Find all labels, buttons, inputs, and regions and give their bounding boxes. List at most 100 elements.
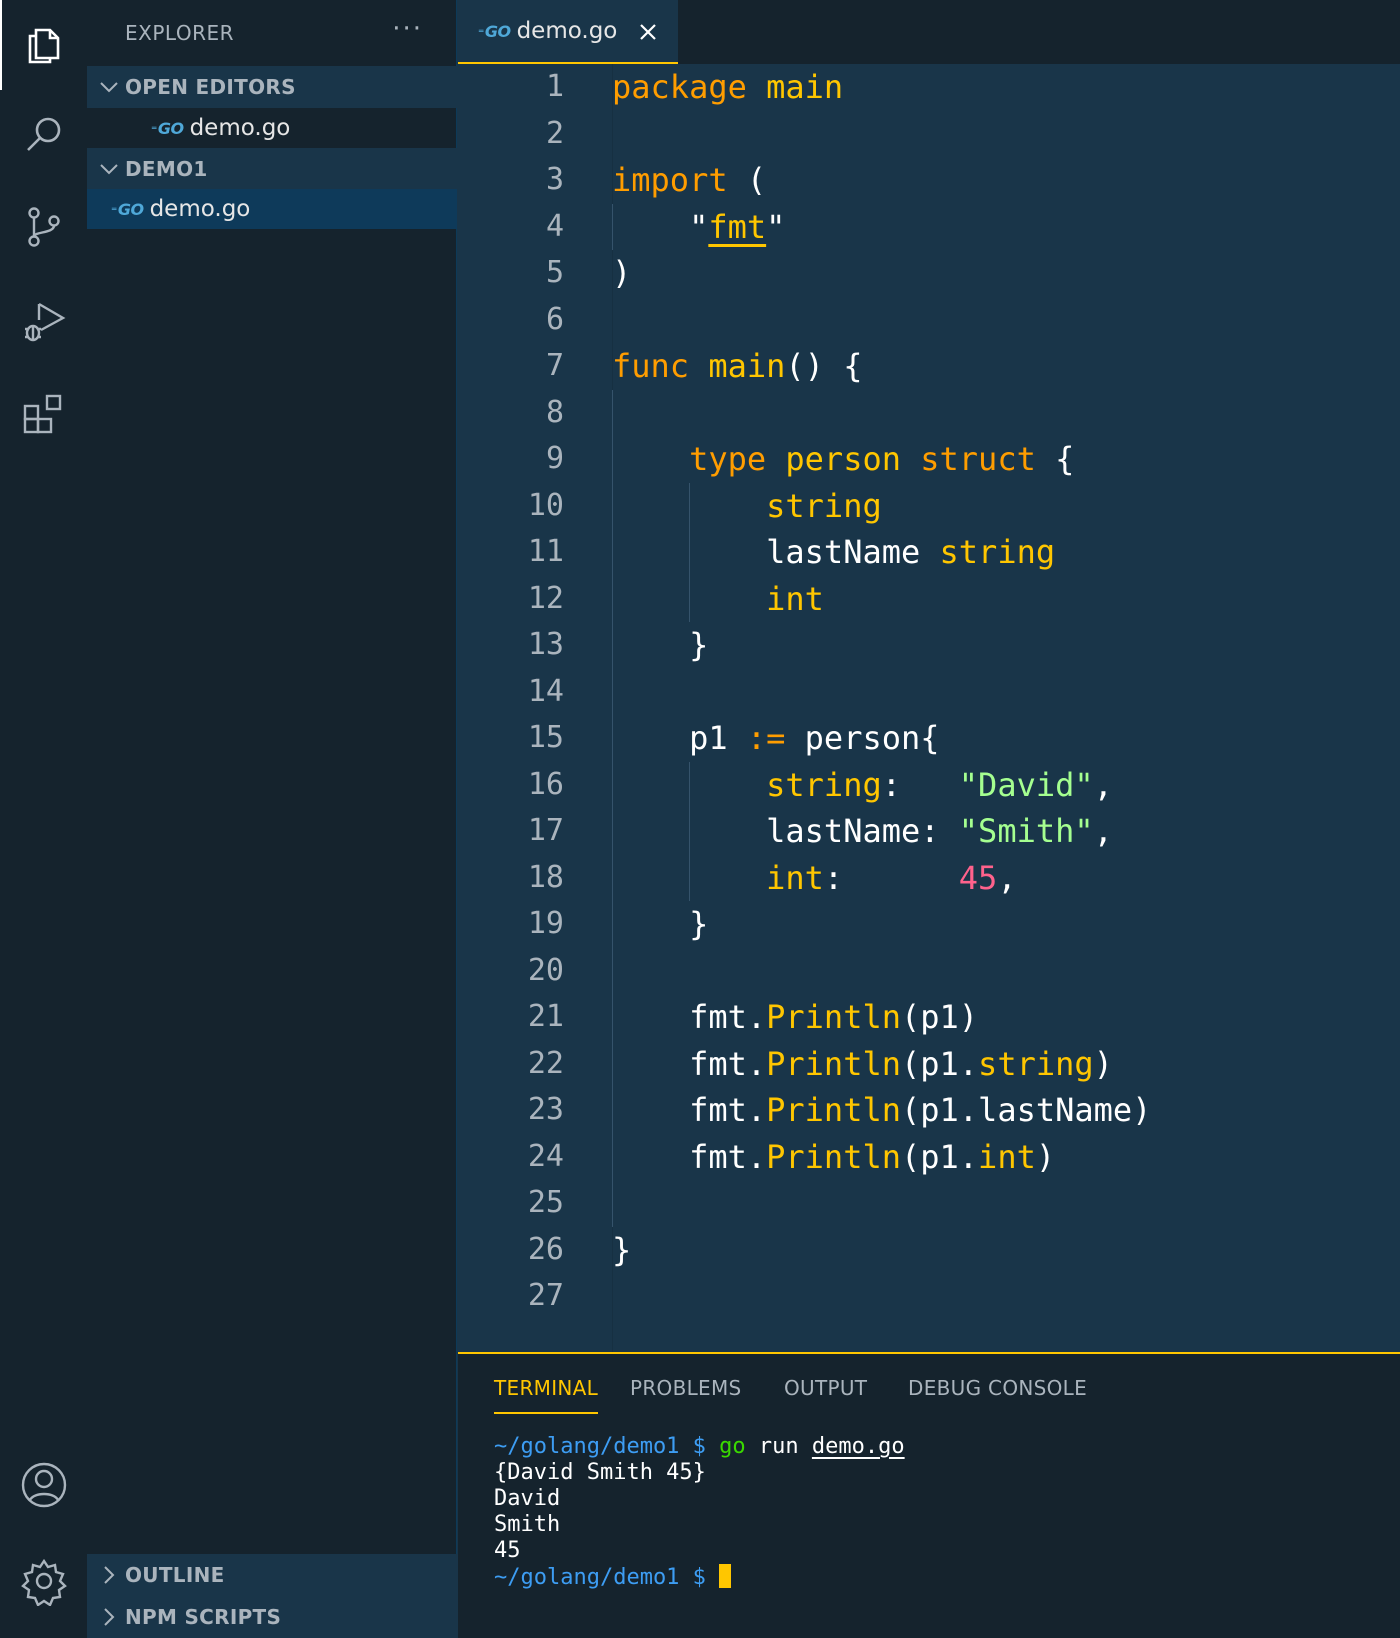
code-token: } [612, 905, 709, 943]
line-number: 20 [527, 952, 564, 988]
npm-scripts-section[interactable]: NPM SCRIPTS [87, 1596, 457, 1638]
line-number: 19 [527, 906, 564, 941]
explorer-file[interactable]: GO demo.go [87, 189, 457, 229]
terminal-file-link[interactable]: demo.go [812, 1434, 905, 1459]
code-token: main [766, 68, 844, 106]
line-number: 16 [527, 766, 564, 802]
code-token: " [766, 207, 786, 246]
code-token: ) [1093, 1044, 1113, 1083]
tab-problems[interactable]: PROBLEMS [630, 1376, 742, 1400]
tab-label: demo.go [516, 18, 618, 44]
outline-section[interactable]: OUTLINE [87, 1554, 457, 1596]
line-number: 24 [527, 1138, 564, 1174]
code-line: p1 := person{ [612, 715, 939, 761]
code-token: package [612, 68, 747, 106]
more-actions-button[interactable]: ··· [392, 14, 423, 44]
code-token: : [881, 765, 959, 804]
code-line: } [612, 1227, 631, 1273]
open-editors-section[interactable]: OPEN EDITORS [87, 66, 457, 108]
tab-demo-go[interactable]: GO demo.go [458, 0, 678, 64]
code-token: fmt. [612, 1091, 767, 1129]
demo1-section[interactable]: DEMO1 [87, 148, 457, 190]
tab-terminal[interactable]: TERMINAL [494, 1376, 599, 1414]
code-line: package main [612, 64, 843, 110]
code-token: ) [1035, 1137, 1056, 1176]
files-icon[interactable] [0, 0, 87, 90]
tab-debug-console[interactable]: DEBUG CONSOLE [908, 1376, 1087, 1400]
indent-guide [689, 482, 691, 622]
code-token: type [689, 440, 767, 478]
line-number: 13 [527, 627, 564, 662]
bottom-panel: TERMINAL PROBLEMS OUTPUT DEBUG CONSOLE ~… [458, 1352, 1400, 1638]
line-number: 23 [527, 1092, 564, 1127]
code-token: "Smith" [958, 812, 1094, 850]
code-token: string [939, 533, 1056, 571]
activity-bar [0, 0, 87, 1638]
search-icon[interactable] [0, 90, 87, 180]
terminal-output-line: David [494, 1486, 561, 1511]
code-editor[interactable]: 1 2 3 4 5 6 7 8 9 10 11 12 13 14 15 16 17 18 19 20 21 22 23 24 2… [458, 64, 1400, 1352]
tab-output[interactable]: OUTPUT [784, 1376, 867, 1400]
go-file-icon: GO [478, 22, 511, 41]
code-token: fmt. [612, 1137, 767, 1176]
code-token: : [823, 858, 959, 897]
explorer-header: EXPLORER ··· [87, 0, 457, 66]
code-token: } [612, 1230, 632, 1269]
code-token: string [766, 765, 882, 804]
line-number: 25 [527, 1185, 564, 1220]
indent-guide [612, 203, 613, 250]
account-icon[interactable] [0, 1440, 87, 1530]
terminal-prompt: ~/golang/demo1 $ [494, 1434, 706, 1459]
code-line: fmt.Println(p1.lastName) [612, 1087, 1151, 1133]
code-token: int [766, 858, 824, 897]
terminal-command: go [719, 1434, 746, 1459]
terminal-output-line: 45 [494, 1538, 521, 1563]
code-token: lastName: [612, 812, 959, 850]
line-number: 27 [527, 1278, 564, 1313]
code-token: () { [785, 347, 863, 385]
chevron-right-icon [104, 1566, 115, 1584]
line-number: 14 [527, 673, 564, 709]
terminal-output-line: Smith [494, 1512, 561, 1537]
code-token: "David" [958, 765, 1094, 804]
code-line: fmt.Println(p1.int) [612, 1134, 1055, 1180]
open-editor-file[interactable]: GO demo.go [87, 108, 457, 148]
code-token: { [1035, 440, 1075, 478]
code-token: , [1093, 812, 1113, 850]
extensions-icon[interactable] [0, 370, 87, 460]
terminal-prompt-line[interactable]: ~/golang/demo1 $ [494, 1564, 732, 1591]
code-token: int [978, 1137, 1036, 1176]
code-token: person [785, 440, 901, 478]
code-line: int [612, 576, 824, 622]
source-control-icon[interactable] [0, 182, 87, 272]
editor-tab-bar: GO demo.go [458, 0, 1400, 64]
code-token: fmt [708, 207, 767, 246]
line-number: 2 [545, 115, 564, 151]
code-token: func [612, 347, 690, 385]
outline-label: OUTLINE [125, 1563, 225, 1587]
chevron-down-icon [100, 164, 118, 175]
gear-icon[interactable] [0, 1536, 87, 1626]
line-number: 12 [527, 580, 564, 616]
code-line: fmt.Println(p1.string) [612, 1041, 1113, 1087]
code-token: (p1. [900, 1044, 979, 1083]
terminal-cursor [719, 1564, 732, 1588]
code-token: Println [766, 1044, 901, 1083]
line-number: 3 [545, 162, 564, 197]
code-token: lastName [612, 533, 940, 571]
code-token: string [978, 1044, 1094, 1083]
code-token: " [612, 207, 709, 246]
code-line: lastName: "Smith", [612, 808, 1113, 854]
run-debug-icon[interactable] [0, 276, 87, 366]
terminal-command-line[interactable]: ~/golang/demo1 $ go run demo.go [494, 1434, 905, 1460]
code-token: } [612, 626, 709, 664]
close-icon[interactable] [636, 20, 660, 44]
npm-scripts-label: NPM SCRIPTS [125, 1605, 282, 1629]
line-number: 22 [527, 1045, 564, 1081]
chevron-down-icon [100, 82, 118, 93]
explorer-sidebar: EXPLORER ··· OPEN EDITORS GO demo.go DEM… [87, 0, 457, 1638]
code-line: string: "David", [612, 762, 1113, 808]
